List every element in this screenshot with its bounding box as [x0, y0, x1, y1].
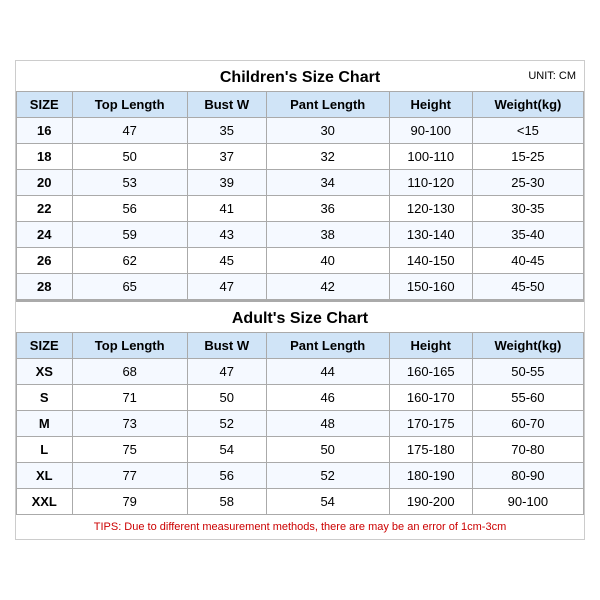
col-bust-w: Bust W — [187, 92, 266, 118]
table-row: 20533934110-12025-30 — [17, 170, 584, 196]
table-row: 1647353090-100<15 — [17, 118, 584, 144]
adult-table: SIZE Top Length Bust W Pant Length Heigh… — [16, 332, 584, 515]
adult-title-row: Adult's Size Chart — [16, 300, 584, 332]
children-title: Children's Size Chart — [220, 69, 380, 86]
children-table: SIZE Top Length Bust W Pant Length Heigh… — [16, 91, 584, 300]
adult-col-top-length: Top Length — [72, 333, 187, 359]
adult-col-bust-w: Bust W — [187, 333, 266, 359]
table-row: M735248170-17560-70 — [17, 411, 584, 437]
table-row: 18503732100-11015-25 — [17, 144, 584, 170]
adult-col-height: Height — [389, 333, 472, 359]
table-row: 24594338130-14035-40 — [17, 222, 584, 248]
col-weight: Weight(kg) — [472, 92, 583, 118]
col-height: Height — [389, 92, 472, 118]
unit-label: UNIT: CM — [528, 70, 576, 82]
size-chart-container: Children's Size Chart UNIT: CM SIZE Top … — [15, 60, 585, 540]
table-row: L755450175-18070-80 — [17, 437, 584, 463]
children-title-row: Children's Size Chart UNIT: CM — [16, 61, 584, 91]
col-top-length: Top Length — [72, 92, 187, 118]
table-row: 28654742150-16045-50 — [17, 274, 584, 300]
tips-text: TIPS: Due to different measurement metho… — [16, 515, 584, 539]
adult-col-size: SIZE — [17, 333, 73, 359]
col-size: SIZE — [17, 92, 73, 118]
table-row: XXL795854190-20090-100 — [17, 489, 584, 515]
adult-header-row: SIZE Top Length Bust W Pant Length Heigh… — [17, 333, 584, 359]
table-row: XS684744160-16550-55 — [17, 359, 584, 385]
table-row: 22564136120-13030-35 — [17, 196, 584, 222]
table-row: XL775652180-19080-90 — [17, 463, 584, 489]
adult-col-weight: Weight(kg) — [472, 333, 583, 359]
table-row: S715046160-17055-60 — [17, 385, 584, 411]
adult-title: Adult's Size Chart — [232, 310, 368, 327]
table-row: 26624540140-15040-45 — [17, 248, 584, 274]
children-header-row: SIZE Top Length Bust W Pant Length Heigh… — [17, 92, 584, 118]
col-pant-length: Pant Length — [266, 92, 389, 118]
adult-col-pant-length: Pant Length — [266, 333, 389, 359]
